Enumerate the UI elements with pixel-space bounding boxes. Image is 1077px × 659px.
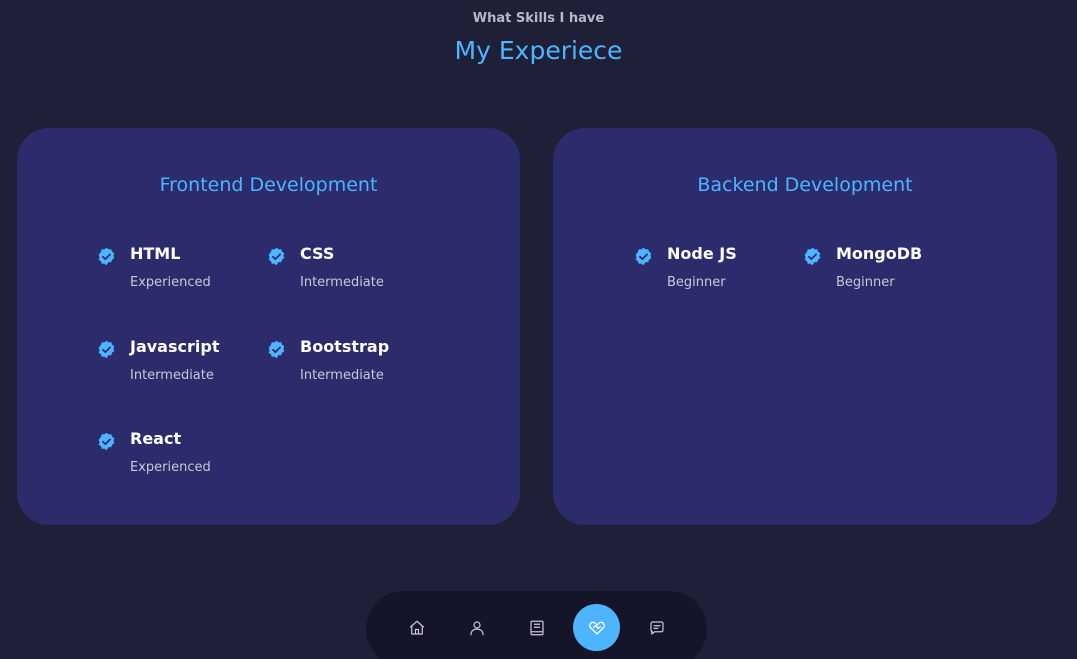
skill-level: Intermediate	[130, 368, 214, 383]
bottom-nav	[366, 591, 707, 659]
skill-level: Experienced	[130, 460, 211, 475]
frontend-card: Frontend Development HTML Experienced CS…	[17, 128, 520, 525]
nav-services-link[interactable]	[573, 604, 620, 651]
nav-contact-link[interactable]	[633, 604, 680, 651]
skill-level: Beginner	[836, 275, 895, 290]
verified-badge-icon	[635, 247, 652, 266]
skill-name: Javascript	[130, 337, 220, 356]
skill-level: Beginner	[667, 275, 726, 290]
section-title: My Experiece	[454, 36, 623, 65]
nav-about-link[interactable]	[453, 604, 500, 651]
verified-badge-icon	[98, 340, 115, 359]
verified-badge-icon	[804, 247, 821, 266]
home-icon	[409, 620, 424, 635]
verified-badge-icon	[98, 432, 115, 451]
skill-name: React	[130, 429, 182, 448]
skill-name: Node JS	[667, 244, 737, 263]
verified-badge-icon	[268, 247, 285, 266]
backend-card-title: Backend Development	[697, 174, 913, 196]
nav-home-link[interactable]	[393, 604, 440, 651]
handshake-icon	[588, 621, 605, 635]
skill-level: Experienced	[130, 275, 211, 290]
book-icon	[529, 620, 544, 635]
skill-name: MongoDB	[836, 244, 923, 263]
skill-level: Intermediate	[300, 368, 384, 383]
skill-level: Intermediate	[300, 275, 384, 290]
skill-name: Bootstrap	[300, 337, 390, 356]
verified-badge-icon	[268, 340, 285, 359]
user-icon	[469, 620, 484, 635]
nav-experience-link[interactable]	[513, 604, 560, 651]
experience-section: What Skills I have My Experiece Frontend…	[0, 0, 1077, 659]
section-subtitle: What Skills I have	[472, 11, 605, 26]
skill-name: HTML	[130, 244, 181, 263]
message-icon	[649, 620, 664, 635]
frontend-card-title: Frontend Development	[159, 174, 378, 196]
skill-name: CSS	[300, 244, 335, 263]
verified-badge-icon	[98, 247, 115, 266]
backend-card: Backend Development Node JS Beginner Mon…	[553, 128, 1057, 525]
